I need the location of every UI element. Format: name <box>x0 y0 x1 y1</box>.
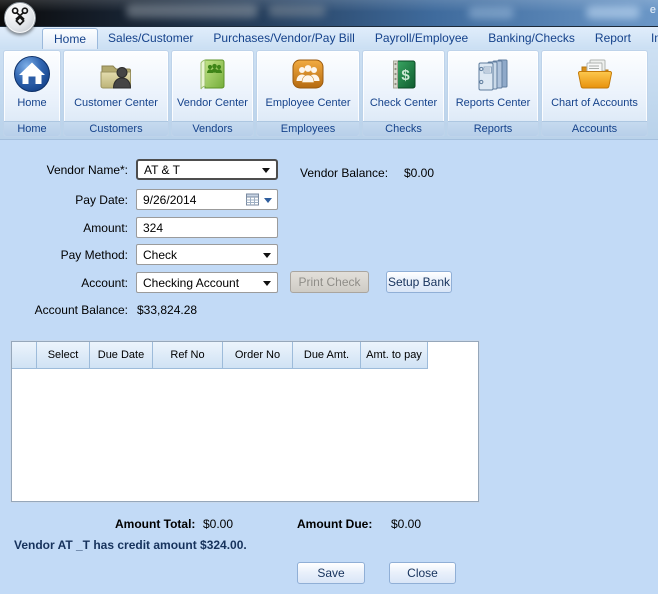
print-check-button[interactable]: Print Check <box>290 271 369 293</box>
amount-input[interactable] <box>136 217 278 238</box>
ribbon-group-employees: Employee Center Employees <box>256 50 360 137</box>
vendor-name-combobox[interactable]: AT & T <box>136 159 278 180</box>
ribbon: Home Home Customer Center Customers Vend… <box>0 49 658 140</box>
bills-grid: Select Due Date Ref No Order No Due Amt.… <box>11 341 479 502</box>
app-menu-button[interactable] <box>4 2 36 34</box>
vendor-credit-note: Vendor AT _T has credit amount $324.00. <box>14 538 247 552</box>
pay-date-label: Pay Date: <box>75 193 128 207</box>
pay-method-combobox[interactable]: Check <box>136 244 278 265</box>
ribbon-button-label: Reports Center <box>455 97 531 109</box>
ribbon-button-label: Employee Center <box>265 97 351 109</box>
ribbon-group-caption: Vendors <box>172 121 253 136</box>
vendor-center-button[interactable]: Vendor Center <box>172 51 253 121</box>
chevron-down-icon <box>263 281 271 286</box>
tab-sales-customer[interactable]: Sales/Customer <box>98 28 203 49</box>
account-value: Checking Account <box>143 275 240 290</box>
column-header-select[interactable]: Select <box>37 342 90 369</box>
employee-center-button[interactable]: Employee Center <box>257 51 359 121</box>
tab-purchases-vendor-pay-bill[interactable]: Purchases/Vendor/Pay Bill <box>203 28 364 49</box>
titlebar-text-fragment: e <box>649 4 656 16</box>
chart-of-accounts-icon <box>575 54 615 94</box>
amount-total-value: $0.00 <box>203 517 234 531</box>
grid-body-empty <box>12 369 478 502</box>
ribbon-tab-strip: Home Sales/Customer Purchases/Vendor/Pay… <box>0 26 658 49</box>
chevron-down-icon <box>264 198 272 203</box>
check-center-button[interactable]: $ Check Center <box>363 51 444 121</box>
titlebar-sheen <box>0 0 658 12</box>
column-header-due-amt[interactable]: Due Amt. <box>293 342 361 369</box>
ribbon-group-accounts: Chart of Accounts Accounts <box>541 50 648 137</box>
grid-header-row: Select Due Date Ref No Order No Due Amt.… <box>12 342 478 369</box>
home-button[interactable]: Home <box>4 51 60 121</box>
employee-center-icon <box>288 54 328 94</box>
account-balance-label: Account Balance: <box>34 303 128 317</box>
tab-banking-checks[interactable]: Banking/Checks <box>478 28 585 49</box>
vendor-center-icon <box>193 54 233 94</box>
ribbon-group-caption: Accounts <box>542 121 647 136</box>
title-bar: e <box>0 0 658 26</box>
reports-center-icon <box>473 54 513 94</box>
vendor-name-value: AT & T <box>144 162 181 177</box>
column-header-ref-no[interactable]: Ref No <box>153 342 223 369</box>
pay-method-label: Pay Method: <box>60 248 128 262</box>
amount-total-label: Amount Total: <box>115 517 196 531</box>
pay-date-picker[interactable]: 9/26/2014 <box>136 189 278 210</box>
amount-due-value: $0.00 <box>391 517 422 531</box>
ribbon-button-label: Check Center <box>369 97 438 109</box>
titlebar-redacted-text <box>268 5 326 17</box>
ribbon-group-customers: Customer Center Customers <box>63 50 169 137</box>
titlebar-highlight <box>586 6 640 19</box>
chevron-down-icon <box>263 253 271 258</box>
svg-text:$: $ <box>401 67 410 84</box>
app-window: e Home Sales/Customer Purchases/Vendor/P… <box>0 0 658 594</box>
chart-of-accounts-button[interactable]: Chart of Accounts <box>542 51 647 121</box>
app-logo-icon <box>7 3 33 34</box>
tab-report[interactable]: Report <box>585 28 641 49</box>
ribbon-group-caption: Customers <box>64 121 168 136</box>
ribbon-group-reports: Reports Center Reports <box>447 50 539 137</box>
check-center-icon: $ <box>384 54 424 94</box>
vendor-name-label: Vendor Name*: <box>46 163 128 177</box>
ribbon-group-caption: Home <box>4 121 60 136</box>
column-header-due-date[interactable]: Due Date <box>90 342 153 369</box>
customer-center-icon <box>96 54 136 94</box>
titlebar-redacted-text <box>126 4 258 18</box>
ribbon-group-checks: $ Check Center Checks <box>362 50 445 137</box>
account-label: Account: <box>81 276 128 290</box>
close-button[interactable]: Close <box>389 562 456 584</box>
reports-center-button[interactable]: Reports Center <box>448 51 538 121</box>
pay-method-value: Check <box>143 247 178 262</box>
ribbon-group-caption: Reports <box>448 121 538 136</box>
ribbon-group-home: Home Home <box>3 50 61 137</box>
ribbon-button-label: Home <box>17 97 47 109</box>
tab-payroll-employee[interactable]: Payroll/Employee <box>365 28 478 49</box>
column-header-amt-to-pay[interactable]: Amt. to pay <box>361 342 428 369</box>
setup-bank-button[interactable]: Setup Bank <box>386 271 452 293</box>
ribbon-button-label: Vendor Center <box>177 97 248 109</box>
titlebar-highlight <box>468 7 514 19</box>
pay-date-value: 9/26/2014 <box>143 192 197 207</box>
tab-import-export[interactable]: Import/Export <box>641 28 658 49</box>
ribbon-button-label: Customer Center <box>74 97 158 109</box>
home-icon <box>12 54 52 94</box>
calendar-icon <box>246 193 259 209</box>
row-selector-header <box>12 342 37 369</box>
vendor-balance-value: $0.00 <box>404 166 435 180</box>
ribbon-button-label: Chart of Accounts <box>551 97 638 109</box>
ribbon-group-vendors: Vendor Center Vendors <box>171 50 254 137</box>
chevron-down-icon <box>262 168 270 173</box>
customer-center-button[interactable]: Customer Center <box>64 51 168 121</box>
ribbon-group-caption: Checks <box>363 121 444 136</box>
account-combobox[interactable]: Checking Account <box>136 272 278 293</box>
amount-label: Amount: <box>83 221 128 235</box>
account-balance-value: $33,824.28 <box>137 303 198 317</box>
vendor-balance-label: Vendor Balance: <box>300 166 389 180</box>
column-header-order-no[interactable]: Order No <box>223 342 293 369</box>
ribbon-group-caption: Employees <box>257 121 359 136</box>
tab-home[interactable]: Home <box>42 28 99 49</box>
amount-due-label: Amount Due: <box>297 517 373 531</box>
save-button[interactable]: Save <box>297 562 365 584</box>
